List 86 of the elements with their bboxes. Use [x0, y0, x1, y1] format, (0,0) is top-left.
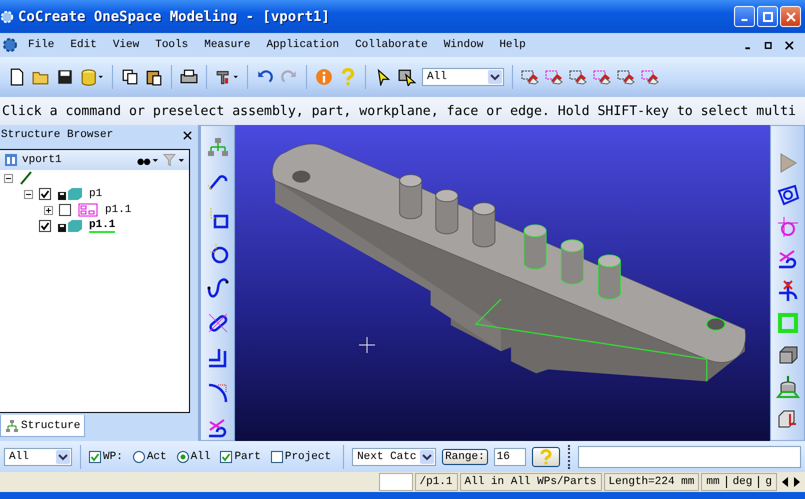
paste-icon[interactable]: [145, 68, 163, 86]
expand-icon[interactable]: [44, 206, 53, 214]
workplane-icon: [77, 203, 99, 217]
radio-icon: [132, 450, 145, 462]
cylinder-icon[interactable]: [80, 68, 104, 86]
menu-item[interactable]: View: [110, 39, 148, 51]
tree-root-label[interactable]: vport1: [22, 154, 62, 166]
gear-icon: [0, 10, 14, 24]
tree-icon: [5, 418, 19, 432]
save-icon[interactable]: [56, 68, 74, 86]
status-path: /p1.1: [414, 473, 458, 491]
checkbox-icon: [270, 450, 283, 462]
copy-icon[interactable]: [121, 68, 139, 86]
menu-item[interactable]: Tools: [153, 39, 196, 51]
status-scope: All in All WPs/Parts: [460, 473, 602, 491]
range-input[interactable]: 16: [494, 448, 526, 466]
eraser-icon[interactable]: [545, 68, 563, 86]
option-checkbox[interactable]: WP:: [89, 450, 123, 462]
minimize-icon: [741, 19, 748, 21]
circle-tool-icon[interactable]: [776, 183, 800, 207]
tree-item[interactable]: p1.1: [105, 204, 132, 216]
status-unit: deg: [732, 476, 752, 488]
checkbox[interactable]: [39, 188, 51, 200]
info-icon[interactable]: [315, 68, 333, 86]
help-icon: [538, 448, 554, 464]
constraint-tool-icon[interactable]: [776, 215, 800, 239]
checkbox[interactable]: [39, 220, 51, 232]
eraser-icon[interactable]: [593, 68, 611, 86]
collapse-icon[interactable]: [4, 174, 13, 182]
structure-tab[interactable]: Structure: [0, 415, 86, 437]
new-file-icon[interactable]: [8, 68, 26, 86]
crosshair-icon: [359, 337, 375, 353]
eraser-icon[interactable]: [569, 68, 587, 86]
minimize-button[interactable]: [734, 6, 755, 27]
maximize-icon: [762, 12, 772, 22]
filter-icon[interactable]: [163, 153, 185, 167]
menu-item[interactable]: Application: [264, 39, 348, 51]
select-box-icon[interactable]: [398, 68, 416, 86]
close-icon[interactable]: [183, 130, 192, 140]
status-unit: mm: [706, 476, 720, 488]
menu-item[interactable]: Window: [442, 39, 492, 51]
panel-title: Structure Browser: [1, 129, 114, 141]
menu-item[interactable]: Measure: [202, 39, 258, 51]
print-icon[interactable]: [180, 68, 198, 86]
command-input[interactable]: [578, 446, 801, 468]
selection-filter-dropdown[interactable]: All: [4, 448, 72, 466]
gear-icon: [2, 37, 18, 53]
window-title: CoCreate OneSpace Modeling - [vport1]: [18, 8, 330, 24]
spline-tool-icon[interactable]: [206, 276, 230, 300]
help-button[interactable]: [532, 446, 560, 466]
part-model-drawing[interactable]: [272, 144, 746, 382]
maximize-button[interactable]: [757, 6, 778, 27]
status-measure: Length=224 mm: [604, 473, 700, 491]
option-radio[interactable]: Act: [132, 450, 167, 462]
menu-item[interactable]: Collaborate: [353, 39, 436, 51]
3d-viewport[interactable]: [235, 125, 770, 441]
radio-icon: [176, 450, 189, 462]
eraser-icon[interactable]: [617, 68, 635, 86]
menu-item[interactable]: File: [26, 39, 62, 51]
close-button[interactable]: [780, 6, 801, 27]
tree-item[interactable]: p1: [89, 188, 102, 200]
line-icon: [19, 171, 33, 185]
filter-dropdown[interactable]: All: [422, 68, 504, 86]
part-icon: [57, 187, 83, 201]
eraser-icon[interactable]: [641, 68, 659, 86]
lift-tool-icon[interactable]: [776, 375, 800, 399]
menu-item[interactable]: Edit: [68, 39, 105, 51]
status-field: [378, 473, 412, 491]
tree-item[interactable]: p1.1: [89, 219, 116, 233]
checkbox-icon: [89, 450, 101, 462]
checkbox-icon: [220, 450, 232, 462]
range-button[interactable]: Range:: [442, 448, 488, 464]
option-radio[interactable]: All: [176, 450, 210, 462]
option-checkbox[interactable]: Project: [270, 450, 332, 462]
option-checkbox[interactable]: Part: [220, 450, 261, 462]
collapse-icon[interactable]: [24, 190, 33, 198]
status-unit: g: [765, 476, 772, 488]
viewport-icon: [4, 153, 18, 167]
tools-icon[interactable]: [215, 68, 239, 86]
checkbox[interactable]: [59, 204, 71, 216]
menu-item[interactable]: Help: [497, 39, 534, 51]
close-icon: [786, 12, 796, 22]
catch-mode-dropdown[interactable]: Next Catc: [352, 448, 436, 466]
eraser-icon[interactable]: [521, 68, 539, 86]
part-icon: [57, 219, 83, 233]
command-prompt: Click a command or preselect assembly, part, workplane, face or edge. Hold SHIFT-key to select multi: [0, 97, 805, 125]
